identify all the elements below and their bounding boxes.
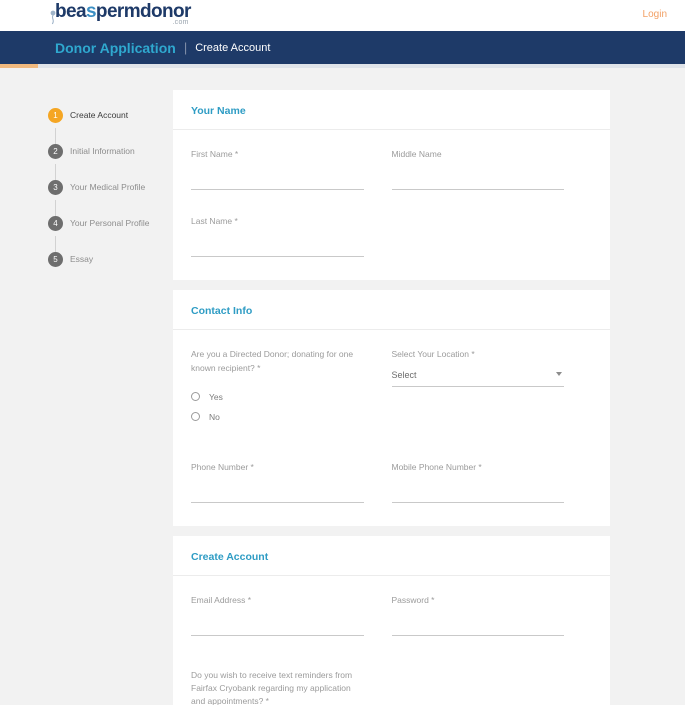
last-name-label: Last Name *: [191, 216, 238, 227]
page-title: Donor Application: [55, 39, 176, 56]
password-label: Password *: [391, 594, 435, 605]
step-label-5: Essay: [70, 254, 94, 264]
first-name-input[interactable]: [191, 181, 364, 191]
application-stepper: 1 Create Account 2 Initial Information 3…: [48, 90, 173, 705]
directed-donor-label: Are you a Directed Donor; donating for o…: [191, 349, 354, 373]
location-field: Select Your Location * Select: [391, 348, 564, 387]
mobile-phone-field: Mobile Phone Number *: [391, 461, 564, 506]
phone-number-field: Phone Number *: [191, 461, 364, 506]
sidebar-item-initial-information[interactable]: 2 Initial Information: [48, 134, 173, 184]
create-account-card-body: Email Address * Password * Do you wish t…: [173, 576, 610, 705]
password-field-wrap: Password *: [391, 594, 564, 639]
password-field[interactable]: [391, 627, 564, 637]
sidebar-item-essay[interactable]: 5 Essay: [48, 242, 173, 276]
email-field[interactable]: [191, 627, 364, 637]
directed-donor-yes-label: Yes: [209, 391, 223, 402]
last-name-field: Last Name *: [191, 215, 364, 260]
email-address-label: Email Address *: [191, 594, 251, 605]
create-account-card-header: Create Account: [173, 536, 610, 576]
contact-info-card-title: Contact Info: [191, 305, 253, 318]
first-name-field: First Name *: [191, 148, 364, 193]
your-name-card-title: Your Name: [191, 105, 246, 117]
mobile-phone-label: Mobile Phone Number *: [391, 461, 482, 472]
site-logo[interactable]: beaspermdonor .com: [55, 2, 191, 26]
step-label-4: Your Personal Profile: [70, 218, 150, 228]
middle-name-label: Middle Name: [391, 149, 442, 159]
step-label-2: Initial Information: [70, 146, 135, 156]
breadcrumb-current-step: Create Account: [195, 41, 271, 54]
step-number-2: 2: [48, 143, 63, 159]
step-number-4: 4: [48, 215, 63, 231]
sidebar-item-create-account[interactable]: 1 Create Account: [48, 98, 173, 148]
location-select-value: Select: [391, 370, 564, 387]
sidebar-item-your-personal-profile[interactable]: 4 Your Personal Profile: [48, 206, 173, 256]
logo-text-part3: p: [95, 1, 108, 22]
step-number-1: 1: [48, 107, 63, 123]
contact-info-card-body: Are you a Directed Donor; donating for o…: [173, 330, 610, 526]
text-reminders-field: Do you wish to receive text reminders fr…: [191, 669, 364, 705]
phone-number-input[interactable]: [191, 493, 364, 503]
page-body: 1 Create Account 2 Initial Information 3…: [0, 80, 685, 705]
logo-wordmark: beaspermdonor: [55, 2, 191, 21]
application-header: Donor Application | Create Account: [0, 31, 685, 64]
middle-name-field: Middle Name: [391, 148, 564, 193]
step-number-5: 5: [48, 251, 63, 267]
logo-text-part2: s: [85, 1, 97, 22]
radio-icon-directed-donor-yes[interactable]: [191, 392, 200, 402]
form-column: Your Name First Name * Middle Name Last …: [173, 90, 610, 705]
radio-icon-directed-donor-no[interactable]: [191, 412, 200, 422]
header-spacer: [0, 68, 685, 80]
your-name-card-header: Your Name: [173, 90, 610, 130]
directed-donor-field: Are you a Directed Donor; donating for o…: [191, 348, 364, 426]
mobile-phone-input[interactable]: [391, 493, 564, 503]
directed-donor-no-option[interactable]: No: [191, 407, 364, 427]
sperm-icon: [50, 10, 56, 25]
text-reminders-label: Do you wish to receive text reminders fr…: [191, 670, 353, 705]
phone-number-label: Phone Number *: [191, 461, 254, 472]
logo-text-part1: bea: [55, 1, 87, 22]
step-label-1: Create Account: [70, 110, 129, 120]
middle-name-input[interactable]: [391, 181, 564, 191]
directed-donor-radio-group: Yes No: [191, 387, 364, 427]
email-address-field: Email Address *: [191, 594, 364, 639]
chevron-down-icon[interactable]: [556, 371, 562, 376]
login-link[interactable]: Login: [643, 9, 667, 20]
your-name-card-body: First Name * Middle Name Last Name *: [173, 130, 610, 280]
step-label-3: Your Medical Profile: [70, 182, 146, 192]
directed-donor-yes-option[interactable]: Yes: [191, 387, 364, 407]
your-name-card: Your Name First Name * Middle Name Last …: [173, 90, 610, 281]
top-bar: beaspermdonor .com Login: [0, 0, 685, 31]
contact-info-card-header: Contact Info: [173, 290, 610, 331]
sidebar-item-your-medical-profile[interactable]: 3 Your Medical Profile: [48, 170, 173, 220]
create-account-card: Create Account Email Address * Password …: [173, 535, 610, 705]
directed-donor-no-label: No: [209, 411, 220, 422]
location-label: Select Your Location *: [391, 349, 475, 360]
location-select[interactable]: Select: [391, 370, 564, 387]
contact-info-card: Contact Info Are you a Directed Donor; d…: [173, 290, 610, 526]
last-name-input[interactable]: [191, 248, 364, 258]
create-account-card-title: Create Account: [191, 550, 269, 563]
first-name-label: First Name *: [191, 149, 239, 159]
header-separator: |: [183, 40, 188, 55]
step-number-3: 3: [48, 179, 63, 195]
